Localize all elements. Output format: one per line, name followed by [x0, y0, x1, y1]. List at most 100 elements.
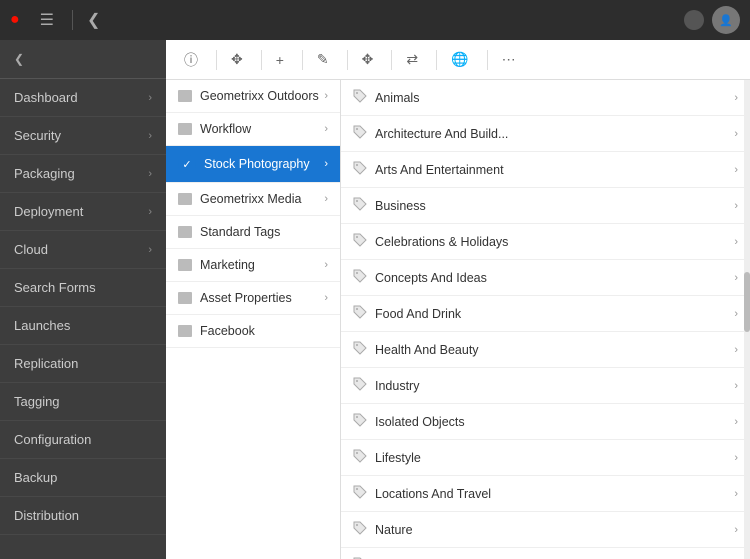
folder-name: Marketing — [200, 258, 255, 272]
folder-item[interactable]: Standard Tags — [166, 216, 340, 249]
chevron-left-icon: ❮ — [14, 52, 24, 66]
tag-name: Industry — [375, 379, 419, 393]
scrollbar[interactable] — [744, 80, 750, 559]
chevron-right-icon: › — [734, 308, 738, 320]
avatar[interactable]: 👤 — [712, 6, 740, 34]
sidebar-item-label: Search Forms — [14, 280, 96, 295]
sidebar-item-label: Tagging — [14, 394, 60, 409]
tag-item[interactable]: Food And Drink› — [341, 296, 750, 332]
sidebar-item-tagging[interactable]: Tagging — [0, 383, 166, 421]
tag-item[interactable]: Industry › — [341, 368, 750, 404]
sidebar: ❮ Dashboard›Security›Packaging›Deploymen… — [0, 40, 166, 559]
move-button[interactable]: ✥ — [354, 46, 386, 73]
toolbar-divider-2 — [261, 50, 262, 70]
tag-name: Arts And Entertainment — [375, 163, 504, 177]
tag-icon — [353, 125, 367, 142]
sidebar-item-replication[interactable]: Replication — [0, 345, 166, 383]
menu-icon[interactable]: ☰ — [40, 10, 54, 30]
sidebar-item-configuration[interactable]: Configuration — [0, 421, 166, 459]
chevron-right-icon: › — [324, 193, 328, 205]
publish-button[interactable]: 🌐 — [443, 46, 480, 73]
sidebar-item-backup[interactable]: Backup — [0, 459, 166, 497]
tag-item[interactable]: Nature› — [341, 512, 750, 548]
folder-item[interactable]: Workflow› — [166, 113, 340, 146]
create-tag-button[interactable]: + — [268, 47, 296, 73]
notification-badge[interactable] — [684, 10, 704, 30]
top-bar: ● ☰ ❮ 👤 — [0, 0, 750, 40]
tag-icon — [353, 305, 367, 322]
tag-column: Animals› Architecture And Build...› Arts… — [341, 80, 750, 559]
sidebar-item-label: Deployment — [14, 204, 83, 219]
chevron-right-icon: › — [148, 130, 152, 142]
folder-name: Standard Tags — [200, 225, 280, 239]
view-properties-button[interactable]: ⓘ — [176, 45, 210, 75]
sidebar-item-security[interactable]: Security › — [0, 117, 166, 155]
sidebar-item-dashboard[interactable]: Dashboard › — [0, 79, 166, 117]
sidebar-item-distribution[interactable]: Distribution — [0, 497, 166, 535]
sidebar-item-label: Launches — [14, 318, 70, 333]
plus-icon: + — [276, 52, 284, 68]
tag-icon — [353, 269, 367, 286]
chevron-right-icon: › — [734, 164, 738, 176]
merge-button[interactable]: ⇄ — [398, 46, 430, 73]
chevron-right-icon: › — [324, 292, 328, 304]
sidebar-item-deployment[interactable]: Deployment › — [0, 193, 166, 231]
tag-item[interactable]: Arts And Entertainment › — [341, 152, 750, 188]
tag-item[interactable]: Objects Equipment› — [341, 548, 750, 559]
sidebar-item-label: Replication — [14, 356, 78, 371]
tag-item[interactable]: Health And Beauty› — [341, 332, 750, 368]
chevron-right-icon: › — [734, 452, 738, 464]
content-area: ⓘ ✥ + ✎ ✥ — [166, 40, 750, 559]
references-button[interactable]: ✥ — [223, 46, 255, 73]
scrollbar-thumb[interactable] — [744, 272, 750, 332]
sidebar-operations[interactable]: ❮ — [0, 40, 166, 79]
sidebar-item-cloud[interactable]: Cloud› — [0, 231, 166, 269]
tag-item[interactable]: Concepts And Ideas› — [341, 260, 750, 296]
tag-icon — [353, 449, 367, 466]
tag-item[interactable]: Business› — [341, 188, 750, 224]
tag-name: Lifestyle — [375, 451, 421, 465]
back-button[interactable]: ❮ — [87, 10, 100, 30]
tag-item[interactable]: Locations And Travel› — [341, 476, 750, 512]
tag-item[interactable]: Animals› — [341, 80, 750, 116]
tag-icon — [353, 413, 367, 430]
folder-column: Geometrixx Outdoors›Workflow›✓Stock Phot… — [166, 80, 341, 559]
more-button[interactable]: ⋯ — [494, 46, 528, 73]
main-layout: ❮ Dashboard›Security›Packaging›Deploymen… — [0, 40, 750, 559]
tag-item[interactable]: Isolated Objects› — [341, 404, 750, 440]
sidebar-items: Dashboard›Security›Packaging›Deployment›… — [0, 79, 166, 535]
tag-item[interactable]: Celebrations & Holidays› — [341, 224, 750, 260]
app-logo: ● — [10, 11, 26, 29]
tag-name: Business — [375, 199, 426, 213]
chevron-right-icon: › — [148, 168, 152, 180]
folder-item[interactable]: Asset Properties› — [166, 282, 340, 315]
sidebar-item-packaging[interactable]: Packaging› — [0, 155, 166, 193]
tag-name: Architecture And Build... — [375, 127, 508, 141]
chevron-right-icon: › — [148, 92, 152, 104]
folder-item[interactable]: Geometrixx Outdoors› — [166, 80, 340, 113]
chevron-right-icon: › — [734, 344, 738, 356]
tag-item[interactable]: Lifestyle › — [341, 440, 750, 476]
tag-icon — [353, 341, 367, 358]
edit-button[interactable]: ✎ — [309, 46, 341, 73]
sidebar-item-label: Dashboard — [14, 90, 78, 105]
tag-name: Concepts And Ideas — [375, 271, 487, 285]
folder-item[interactable]: Marketing› — [166, 249, 340, 282]
references-icon: ✥ — [231, 51, 243, 68]
tag-item[interactable]: Architecture And Build...› — [341, 116, 750, 152]
chevron-right-icon: › — [148, 206, 152, 218]
toolbar-divider-4 — [347, 50, 348, 70]
chevron-right-icon: › — [734, 380, 738, 392]
toolbar-divider-7 — [487, 50, 488, 70]
sidebar-item-launches[interactable]: Launches — [0, 307, 166, 345]
folder-name: Geometrixx Media — [200, 192, 301, 206]
folder-item[interactable]: Geometrixx Media › — [166, 183, 340, 216]
adobe-icon: ● — [10, 11, 20, 29]
sidebar-item-search-forms[interactable]: Search Forms — [0, 269, 166, 307]
chevron-right-icon: › — [734, 92, 738, 104]
folder-item[interactable]: ✓Stock Photography› — [166, 146, 340, 183]
toolbar-divider-6 — [436, 50, 437, 70]
sidebar-item-label: Security — [14, 128, 61, 143]
pencil-icon: ✎ — [317, 51, 329, 68]
folder-item[interactable]: Facebook — [166, 315, 340, 348]
